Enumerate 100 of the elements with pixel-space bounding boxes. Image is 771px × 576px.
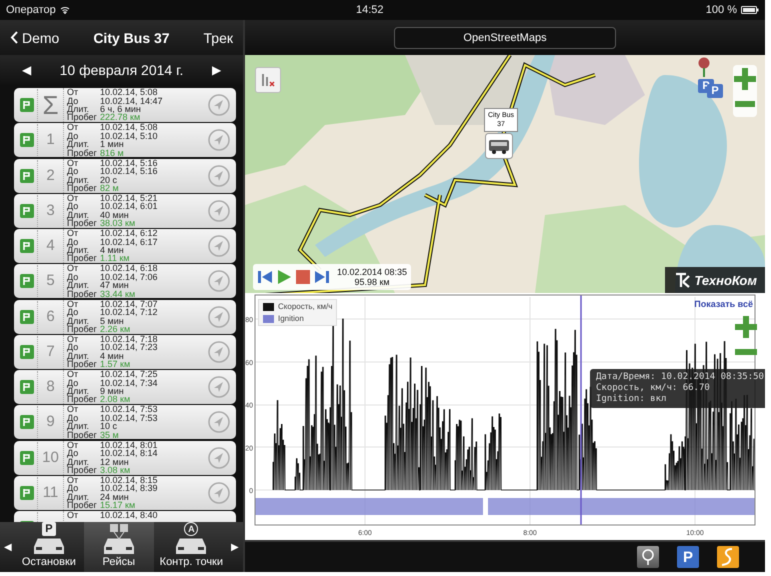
distance-value: 222.78 км bbox=[100, 113, 142, 122]
chevron-icon bbox=[10, 31, 18, 44]
field-value: 10.02.14, 5:21 bbox=[100, 194, 159, 202]
trip-row[interactable]: 1 От 10.02.14, 5:08 До 10.02.14, 5:10 Длит. 1 мин Пробег 816 м bbox=[14, 123, 236, 158]
field-label: До bbox=[67, 449, 80, 458]
tooltip-line: Ignition: вкл bbox=[596, 394, 668, 405]
tab[interactable]: A Контр. точки bbox=[154, 522, 230, 572]
car-icon bbox=[176, 538, 206, 554]
trip-row[interactable]: 6 От 10.02.14, 7:07 До 10.02.14, 7:12 Длит. 5 мин Пробег 2.26 км bbox=[14, 300, 236, 334]
trip-number: 6 bbox=[37, 300, 63, 332]
map-source-button[interactable]: OpenStreetMaps bbox=[394, 26, 616, 48]
route-button[interactable] bbox=[717, 546, 739, 568]
trip-row[interactable]: 8 От 10.02.14, 7:25 До 10.02.14, 7:34 Длит. 9 мин Пробег 2.08 км bbox=[14, 370, 236, 404]
playback-distance: 95.98 км bbox=[354, 277, 390, 287]
flag-icon bbox=[20, 204, 34, 218]
trip-row[interactable]: 3 От 10.02.14, 5:21 До 10.02.14, 6:01 Длит. 40 мин Пробег 38.03 км bbox=[14, 194, 236, 228]
parking-marker[interactable]: P bbox=[707, 84, 723, 98]
field-value: 10.02.14, 7:34 bbox=[100, 378, 159, 387]
field-value: 10.02.14, 7:53 bbox=[100, 414, 159, 422]
field-value: 10.02.14, 6:01 bbox=[100, 202, 159, 211]
field-label: До bbox=[67, 132, 78, 140]
chart-toggle-button[interactable] bbox=[255, 67, 281, 93]
field-label: Длит. bbox=[67, 352, 89, 360]
map-zoom-control[interactable] bbox=[733, 65, 757, 117]
next-day-button[interactable]: ▶ bbox=[212, 63, 221, 77]
field-value: 4 мин bbox=[100, 352, 124, 360]
distance-value: 816 м bbox=[100, 148, 125, 158]
tab[interactable]: Рейсы bbox=[84, 522, 154, 572]
field-label: От bbox=[67, 264, 80, 273]
field-value: 20 с bbox=[100, 176, 118, 184]
field-value: 10.02.14, 8:14 bbox=[100, 449, 159, 458]
field-value: 10.02.14, 6:12 bbox=[100, 229, 159, 238]
wifi-icon bbox=[60, 6, 70, 14]
trip-row[interactable]: 5 От 10.02.14, 6:18 До 10.02.14, 7:06 Длит. 47 мин Пробег 33.44 км bbox=[14, 264, 236, 298]
field-value: 10.02.14, 8:39 bbox=[100, 484, 159, 493]
field-value: 10.02.14, 5:16 bbox=[100, 167, 159, 176]
flag-icon bbox=[20, 344, 34, 359]
playback-datetime: 10.02.2014 08:35 bbox=[337, 267, 408, 277]
field-label: Длит. bbox=[67, 422, 90, 431]
flag-icon bbox=[20, 168, 34, 182]
field-label: До bbox=[67, 484, 80, 493]
trip-number: 3 bbox=[37, 194, 63, 227]
trip-row[interactable]: 10 От 10.02.14, 8:01 До 10.02.14, 8:14 Длит. 12 мин Пробег 3.08 км bbox=[14, 440, 236, 474]
tooltip-line: Дата/Время: 10.02.2014 08:35:50 bbox=[596, 372, 764, 383]
field-value: 9 мин bbox=[100, 387, 124, 396]
field-label: От bbox=[67, 440, 78, 450]
field-label: Пробег bbox=[67, 360, 98, 369]
flag-icon bbox=[20, 450, 34, 464]
field-label: От bbox=[67, 511, 80, 520]
sum-sign: Σ bbox=[37, 89, 63, 121]
field-value: 10.02.14, 7:12 bbox=[100, 308, 159, 316]
field-value: 10.02.14, 7:25 bbox=[100, 370, 159, 379]
tab[interactable]: P Остановки bbox=[14, 522, 84, 572]
field-label: До bbox=[67, 96, 78, 105]
previous-tab-button[interactable]: ◀ bbox=[2, 522, 14, 572]
field-label: От bbox=[67, 158, 78, 168]
skip-forward-button[interactable] bbox=[314, 269, 330, 285]
trip-number: 9 bbox=[37, 406, 63, 438]
map-pin-icon bbox=[698, 57, 710, 77]
legend-label: Скорость, км/ч bbox=[278, 302, 332, 311]
field-label: Пробег bbox=[67, 324, 98, 334]
trip-row[interactable]: 9 От 10.02.14, 7:53 До 10.02.14, 7:53 Длит. 10 с Пробег 35 м bbox=[14, 405, 236, 440]
field-label: Длит. bbox=[67, 246, 89, 254]
trip-row[interactable]: 11 От 10.02.14, 8:15 До 10.02.14, 8:39 Длит. 24 мин Пробег 15.17 км bbox=[14, 476, 236, 510]
field-value: 1 мин bbox=[100, 140, 124, 149]
field-value: 10.02.14, 7:18 bbox=[100, 334, 159, 344]
previous-day-button[interactable]: ◀ bbox=[22, 63, 31, 77]
field-value: 10.02.14, 6:18 bbox=[100, 264, 159, 273]
field-label: От bbox=[67, 194, 78, 202]
trip-row[interactable]: От 10.02.14, 8:40 bbox=[14, 511, 236, 522]
trip-row[interactable]: Σ От 10.02.14, 5:08 До 10.02.14, 14:47 Длит. 6 ч, 6 мин Пробег 222.78 км bbox=[14, 88, 236, 122]
field-value: 10.02.14, 7:53 bbox=[100, 405, 159, 414]
bus-icon[interactable] bbox=[485, 133, 513, 159]
distance-value: 2.08 км bbox=[100, 395, 132, 404]
field-label: Пробег bbox=[67, 113, 98, 122]
field-label: От bbox=[67, 370, 80, 379]
track-button[interactable]: Трек bbox=[204, 30, 233, 46]
trip-row[interactable]: 2 От 10.02.14, 5:16 До 10.02.14, 5:16 Длит. 20 с Пробег 82 м bbox=[14, 158, 236, 192]
trip-row[interactable]: 4 От 10.02.14, 6:12 До 10.02.14, 6:17 Длит. 4 мин Пробег 1.11 км bbox=[14, 229, 236, 263]
pin-button[interactable] bbox=[637, 546, 659, 568]
next-tab-button[interactable]: ▶ bbox=[229, 522, 242, 572]
field-value: 10.02.14, 6:17 bbox=[100, 238, 159, 246]
back-button[interactable]: Demo bbox=[10, 30, 60, 46]
trip-row[interactable]: 7 От 10.02.14, 7:18 До 10.02.14, 7:23 Длит. 4 мин Пробег 1.57 км bbox=[14, 334, 236, 369]
clock-time: 14:52 bbox=[356, 4, 384, 16]
field-value: 12 мин bbox=[100, 458, 129, 466]
distance-value: 2.26 км bbox=[100, 324, 132, 334]
field-label: От bbox=[67, 229, 80, 238]
legend-label: Ignition bbox=[278, 314, 304, 323]
parking-button[interactable]: P bbox=[677, 546, 699, 568]
battery-percent: 100 % bbox=[706, 4, 737, 16]
stop-button[interactable] bbox=[295, 269, 311, 285]
skip-back-button[interactable] bbox=[257, 269, 273, 285]
play-button[interactable] bbox=[276, 269, 292, 285]
show-all-link[interactable]: Показать всё bbox=[694, 299, 753, 309]
field-value: 10.02.14, 7:23 bbox=[100, 343, 159, 352]
field-label: Длит. bbox=[67, 105, 89, 114]
trip-number: 1 bbox=[37, 124, 63, 156]
trip-number: 4 bbox=[37, 230, 63, 262]
car-with-flags-icon bbox=[104, 523, 134, 554]
